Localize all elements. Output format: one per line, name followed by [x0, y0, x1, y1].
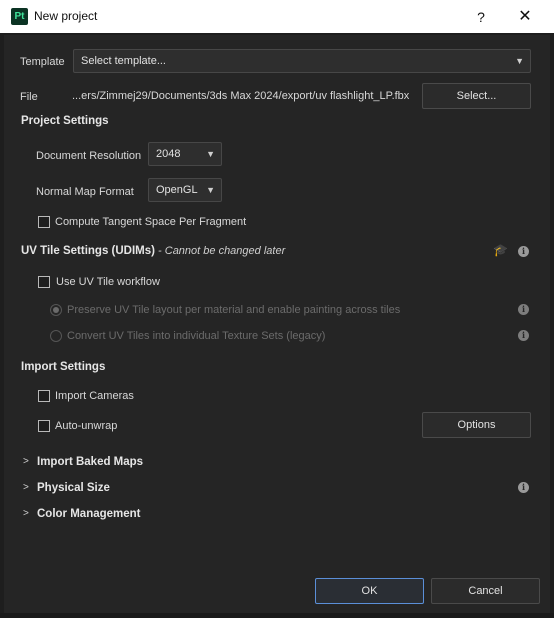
info-icon[interactable]: i [518, 304, 529, 315]
use-uv-tile-label: Use UV Tile workflow [56, 276, 160, 288]
normal-map-format-value: OpenGL [156, 184, 198, 196]
document-resolution-label: Document Resolution [36, 150, 142, 162]
title-bar: Pt New project ? ✕ [0, 0, 554, 33]
window-bottom-edge [0, 613, 554, 618]
auto-unwrap-label: Auto-unwrap [55, 420, 118, 432]
chevron-down-icon: ▼ [206, 149, 215, 159]
compute-tangent-label: Compute Tangent Space Per Fragment [55, 216, 247, 228]
normal-map-format-select[interactable]: OpenGL ▼ [148, 178, 222, 202]
import-cameras-checkbox[interactable] [38, 390, 50, 402]
template-select-value: Select template... [81, 55, 166, 67]
color-management-toggle[interactable]: Color Management [37, 508, 141, 520]
chevron-right-icon[interactable]: > [23, 508, 29, 519]
chevron-right-icon[interactable]: > [23, 482, 29, 493]
chevron-down-icon: ▼ [515, 56, 524, 66]
template-label: Template [20, 56, 65, 68]
options-button[interactable]: Options [422, 412, 531, 438]
document-resolution-select[interactable]: 2048 ▼ [148, 142, 222, 166]
import-settings-heading: Import Settings [21, 361, 106, 373]
convert-uv-tile-label: Convert UV Tiles into individual Texture… [67, 330, 326, 342]
compute-tangent-checkbox[interactable] [38, 216, 50, 228]
physical-size-toggle[interactable]: Physical Size [37, 482, 110, 494]
import-cameras-label: Import Cameras [55, 390, 134, 402]
auto-unwrap-checkbox[interactable] [38, 420, 50, 432]
uv-tile-note: - Cannot be changed later [158, 245, 286, 257]
info-icon[interactable]: i [518, 246, 529, 257]
chevron-down-icon: ▼ [206, 185, 215, 195]
select-file-button[interactable]: Select... [422, 83, 531, 109]
convert-uv-tile-radio[interactable] [50, 330, 62, 342]
uv-tile-heading: UV Tile Settings (UDIMs) [21, 245, 155, 257]
new-project-dialog: Template Select template... ▼ File ...er… [4, 35, 550, 613]
document-resolution-value: 2048 [156, 148, 181, 160]
app-logo-icon: Pt [11, 8, 28, 25]
uv-tile-heading-row: UV Tile Settings (UDIMs) - Cannot be cha… [21, 245, 285, 257]
graduation-cap-icon[interactable]: 🎓 [493, 243, 508, 257]
close-button[interactable]: ✕ [510, 5, 540, 29]
info-icon[interactable]: i [518, 482, 529, 493]
help-button[interactable]: ? [466, 6, 496, 28]
import-baked-maps-toggle[interactable]: Import Baked Maps [37, 456, 143, 468]
project-settings-heading: Project Settings [21, 115, 109, 127]
file-path: ...ers/Zimmej29/Documents/3ds Max 2024/e… [72, 90, 410, 102]
info-icon[interactable]: i [518, 330, 529, 341]
cancel-button[interactable]: Cancel [431, 578, 540, 604]
window-title: New project [34, 9, 98, 23]
chevron-right-icon[interactable]: > [23, 456, 29, 467]
preserve-uv-tile-label: Preserve UV Tile layout per material and… [67, 304, 401, 316]
template-select[interactable]: Select template... ▼ [73, 49, 531, 73]
file-label: File [20, 91, 38, 103]
use-uv-tile-checkbox[interactable] [38, 276, 50, 288]
normal-map-format-label: Normal Map Format [36, 186, 134, 198]
preserve-uv-tile-radio[interactable] [50, 304, 62, 316]
ok-button[interactable]: OK [315, 578, 424, 604]
